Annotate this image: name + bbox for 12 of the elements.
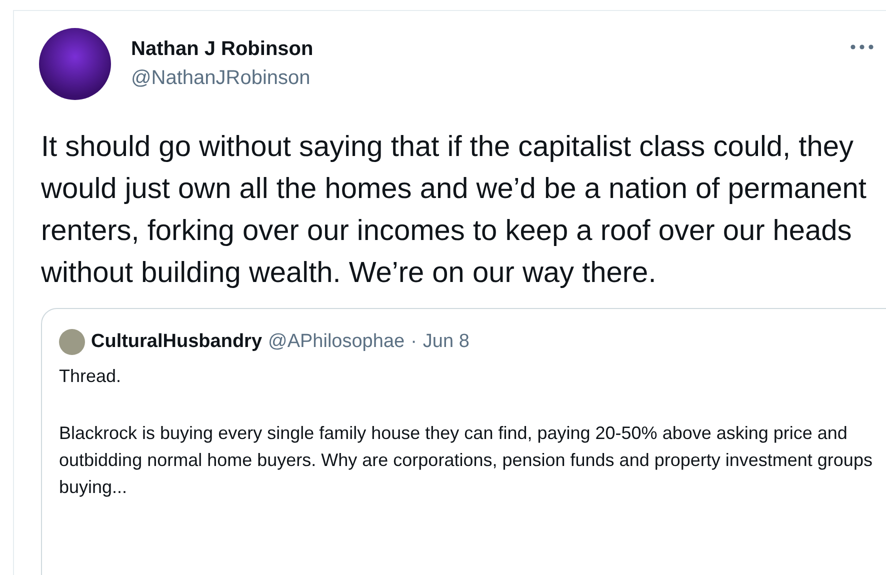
quoted-tweet-text: Blackrock is buying every single family house they can find, paying 20-50% above asking price and outbidding normal home buyers. Why are corporations, pension funds and property investment groups buying... — [59, 422, 874, 499]
quoted-tweet-text: Thread. — [59, 365, 122, 388]
quoted-date: Jun 8 — [422, 331, 470, 353]
tweet-text: It should go without saying that if the capitalist class could, they would just own all the homes and we’d be a nation of permanent renters, forking over our incomes to keep a roof over our heads without building wealth. We’re on our way there. — [41, 130, 868, 291]
quoted-author-handle: @APhilosophae — [268, 331, 405, 353]
separator-dot: · — [410, 331, 417, 353]
quoted-author-name: CulturalHusbandry — [91, 331, 262, 353]
more-options-icon[interactable] — [850, 44, 874, 50]
quoted-avatar-photo — [59, 329, 85, 355]
author-handle[interactable]: @NathanJRobinson — [131, 67, 830, 90]
author-name[interactable]: Nathan J Robinson — [131, 38, 830, 61]
quoted-tweet-card[interactable] — [41, 308, 886, 575]
